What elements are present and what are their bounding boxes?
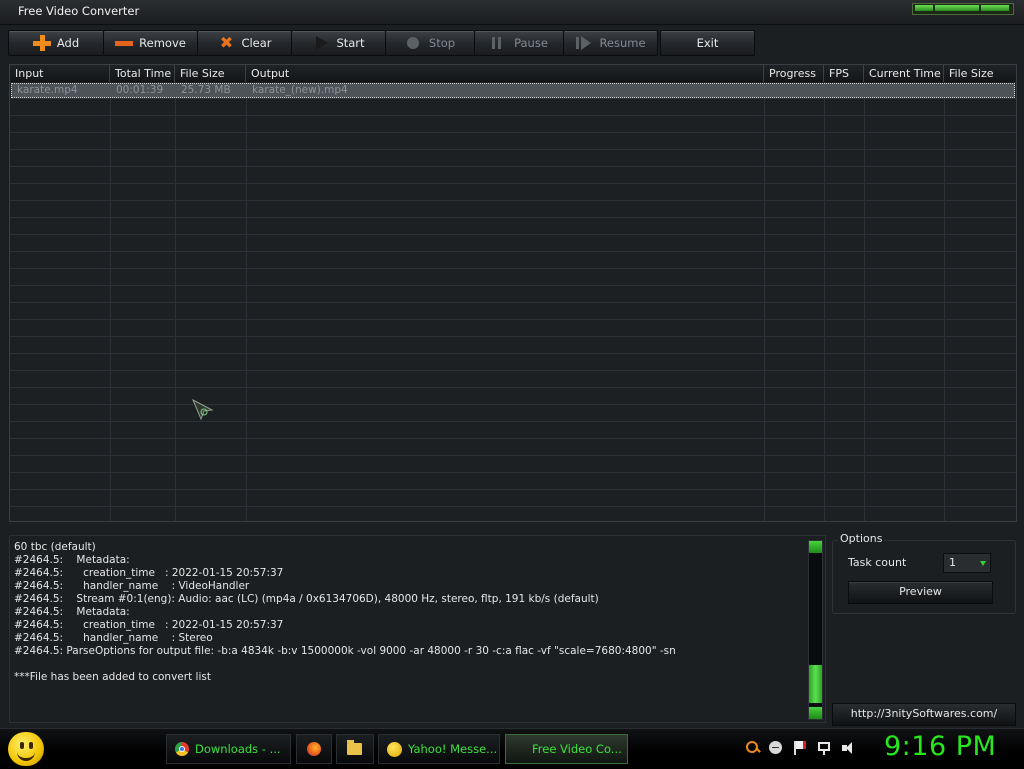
log-line: 60 tbc (default)	[14, 541, 96, 553]
file-list-header: Input Total Time File Size Output Progre…	[10, 65, 1016, 82]
column-fps[interactable]: FPS	[824, 65, 864, 82]
title-meter	[912, 3, 1014, 15]
column-current-time[interactable]: Current Time	[864, 65, 944, 82]
volume-icon[interactable]	[841, 740, 857, 756]
toolbar: Add Remove ✖ Clear Start Stop Pause Resu…	[6, 30, 756, 56]
task-count-value: 1	[949, 556, 956, 569]
add-icon	[32, 35, 51, 51]
task-count-label: Task count	[848, 556, 907, 569]
task-count-select[interactable]: 1	[943, 553, 991, 573]
taskbar-item-downloads[interactable]: Downloads - ...	[166, 734, 291, 764]
resume-icon	[575, 35, 593, 51]
start-button[interactable]: Start	[291, 30, 386, 56]
log-line: #2464.5: Metadata:	[14, 606, 130, 618]
column-output-size[interactable]: File Size	[944, 65, 1016, 82]
clock[interactable]: 9:16 PM	[884, 731, 996, 762]
column-total-time[interactable]: Total Time	[110, 65, 175, 82]
taskbar: Downloads - ... Yahoo! Messe... Free Vid…	[0, 728, 1024, 769]
taskbar-item-firefox[interactable]	[296, 734, 332, 764]
remove-button[interactable]: Remove	[103, 30, 198, 56]
file-list-body	[10, 82, 1016, 521]
taskbar-item-free-video-converter[interactable]: Free Video Co...	[505, 734, 628, 764]
cell-input: karate.mp4	[17, 84, 78, 96]
log-line: #2464.5: ParseOptions for output file: -…	[14, 645, 676, 657]
resume-button[interactable]: Resume	[563, 30, 658, 56]
clear-button[interactable]: ✖ Clear	[197, 30, 292, 56]
cell-file-size: 25.73 MB	[181, 84, 231, 96]
play-icon	[312, 35, 330, 51]
clear-icon: ✖	[219, 33, 234, 52]
log-scrollbar[interactable]	[808, 540, 823, 720]
column-progress[interactable]: Progress	[764, 65, 824, 82]
window-title: Free Video Converter	[18, 4, 140, 18]
messenger-tray-icon[interactable]	[768, 740, 784, 756]
yahoo-messenger-icon	[387, 741, 402, 757]
log-line: #2464.5: Metadata:	[14, 554, 130, 566]
column-input[interactable]: Input	[10, 65, 110, 82]
start-menu-icon[interactable]	[8, 732, 44, 766]
remove-icon	[115, 35, 134, 51]
log-line: #2464.5: creation_time : 2022-01-15 20:5…	[14, 619, 284, 631]
add-button[interactable]: Add	[8, 30, 104, 56]
cell-total-time: 00:01:39	[116, 84, 164, 96]
log-line: ***File has been added to convert list	[14, 671, 211, 683]
log-line: #2464.5: handler_name : Stereo	[14, 632, 213, 644]
options-group: Options Task count 1 Preview	[832, 532, 1016, 614]
action-center-flag-icon[interactable]	[792, 740, 808, 756]
log-line: #2464.5: creation_time : 2022-01-15 20:5…	[14, 567, 284, 579]
options-legend: Options	[838, 532, 885, 545]
search-icon[interactable]	[745, 740, 761, 756]
cell-output: karate_(new).mp4	[252, 84, 348, 96]
folder-icon	[347, 740, 362, 755]
scroll-down-arrow[interactable]	[809, 707, 822, 719]
log-line: #2464.5: Stream #0:1(eng): Audio: aac (L…	[14, 593, 599, 605]
pause-button[interactable]: Pause	[474, 30, 564, 56]
exit-button[interactable]: Exit	[660, 30, 755, 56]
log-line: #2464.5: handler_name : VideoHandler	[14, 580, 250, 592]
taskbar-item-yahoo[interactable]: Yahoo! Messe...	[378, 734, 500, 764]
mouse-cursor-icon	[192, 398, 214, 421]
taskbar-item-explorer[interactable]	[336, 734, 374, 764]
column-output[interactable]: Output	[246, 65, 764, 82]
firefox-icon	[307, 742, 321, 756]
pause-icon	[490, 35, 508, 51]
title-bar: Free Video Converter	[0, 0, 1024, 25]
file-list[interactable]: Input Total Time File Size Output Progre…	[9, 64, 1017, 522]
chrome-icon	[175, 742, 189, 756]
scroll-thumb[interactable]	[809, 665, 822, 703]
scroll-up-arrow[interactable]	[809, 541, 822, 553]
preview-button[interactable]: Preview	[848, 581, 993, 604]
network-icon[interactable]	[817, 740, 833, 756]
column-file-size[interactable]: File Size	[175, 65, 246, 82]
stop-icon	[405, 35, 423, 51]
table-row[interactable]: karate.mp4 00:01:39 25.73 MB karate_(new…	[11, 83, 1015, 98]
log-panel[interactable]: 60 tbc (default) #2464.5: Metadata: #246…	[9, 535, 826, 723]
website-link[interactable]: http://3nitySoftwares.com/	[832, 703, 1016, 726]
chevron-down-icon	[980, 561, 986, 566]
stop-button[interactable]: Stop	[385, 30, 475, 56]
